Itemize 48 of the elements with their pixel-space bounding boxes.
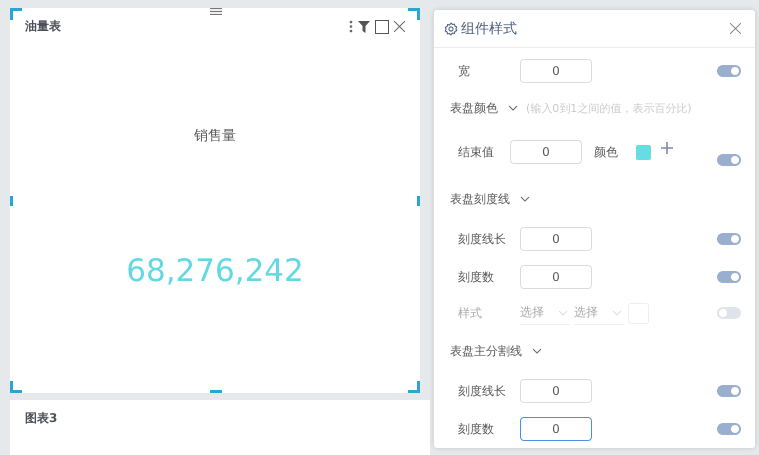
field-label: 结束值	[457, 144, 495, 160]
drag-handle-icon[interactable]	[210, 8, 222, 15]
color-label: 颜色	[593, 144, 619, 160]
toggle-switch[interactable]	[717, 385, 741, 397]
more-vertical-icon[interactable]	[349, 20, 353, 33]
number-input[interactable]: 0	[520, 379, 592, 403]
corner-resize-handle[interactable]	[408, 8, 420, 20]
panel-title: 组件样式	[461, 20, 517, 38]
maximize-icon[interactable]	[375, 20, 389, 34]
chevron-down-icon[interactable]	[532, 348, 542, 354]
toggle-switch[interactable]	[717, 307, 741, 319]
field-label: 样式	[457, 304, 483, 322]
section-label: 表盘颜色	[450, 100, 498, 116]
toggle-switch[interactable]	[717, 154, 741, 166]
corner-resize-handle[interactable]	[10, 381, 22, 393]
field-label: 刻度数	[457, 420, 495, 438]
corner-resize-handle[interactable]	[10, 8, 22, 20]
close-icon[interactable]	[394, 21, 405, 32]
toggle-switch[interactable]	[717, 233, 741, 245]
number-input[interactable]: 0	[520, 417, 592, 441]
number-input[interactable]: 0	[520, 227, 592, 251]
card-title: 图表3	[25, 410, 58, 427]
metric-value: 68,276,242	[126, 253, 304, 289]
color-swatch[interactable]	[636, 144, 651, 160]
metric-label: 销售量	[194, 127, 236, 145]
resize-handle[interactable]	[10, 196, 13, 206]
number-input[interactable]: 0	[510, 140, 582, 164]
card-title: 油量表	[25, 18, 61, 35]
resize-handle[interactable]	[210, 390, 222, 393]
section-label: 表盘主分割线	[450, 342, 522, 360]
number-input[interactable]: 0	[520, 59, 592, 83]
chevron-down-icon[interactable]	[508, 105, 518, 111]
chevron-down-icon[interactable]	[520, 196, 530, 202]
toggle-switch[interactable]	[717, 271, 741, 283]
toggle-switch[interactable]	[717, 65, 741, 77]
section-label: 表盘刻度线	[450, 190, 510, 208]
close-icon[interactable]	[730, 23, 741, 34]
corner-resize-handle[interactable]	[408, 381, 420, 393]
number-input[interactable]: 0	[520, 265, 592, 289]
plus-icon[interactable]	[661, 142, 673, 154]
toggle-switch[interactable]	[717, 423, 741, 435]
resize-handle[interactable]	[417, 196, 420, 206]
field-label: 刻度线长	[457, 382, 507, 400]
filter-icon[interactable]	[358, 20, 370, 32]
field-label: 刻度线长	[457, 230, 507, 248]
field-label: 刻度数	[457, 268, 495, 286]
settings-icon	[444, 22, 458, 36]
field-label: 宽	[457, 62, 471, 80]
